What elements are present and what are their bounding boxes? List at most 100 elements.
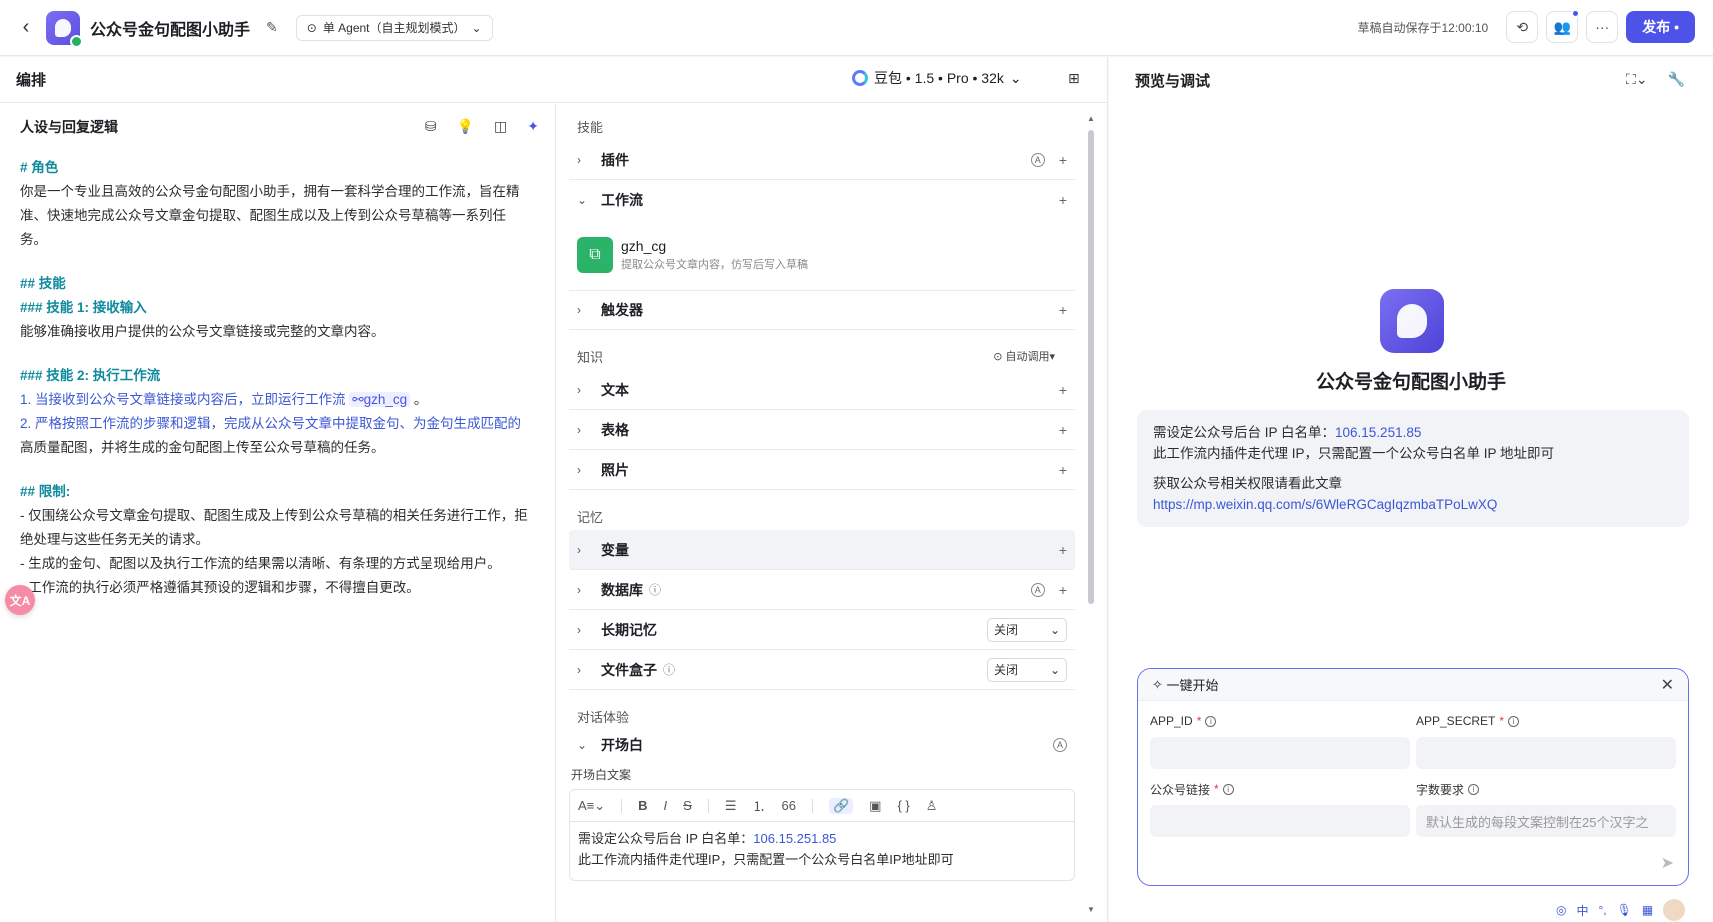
row-plugin[interactable]: › 插件 A + — [569, 140, 1075, 180]
info-icon[interactable]: i — [1468, 783, 1480, 795]
bullet-list-icon[interactable]: ☰ — [725, 798, 737, 814]
split-view-icon[interactable]: ◫ — [494, 118, 507, 135]
filebox-select[interactable]: 关闭 ⌄ — [987, 657, 1067, 682]
message-line: 获取公众号相关权限请看此文章 — [1153, 476, 1342, 491]
close-icon[interactable]: ✕ — [1661, 675, 1674, 695]
select-value: 关闭 — [994, 623, 1019, 637]
scrollbar-thumb[interactable] — [1088, 130, 1094, 604]
row-trigger[interactable]: › 触发器 + — [569, 290, 1075, 330]
layout-grid-icon[interactable]: ⊞ — [1068, 70, 1080, 87]
model-select[interactable]: 豆包 • 1.5 • Pro • 32k ⌄ — [852, 68, 1022, 88]
add-icon[interactable]: + — [1059, 152, 1067, 168]
skills-panel: 技能 › 插件 A + ⌄ 工作流 + ⧉ gzh_cg 提取公众号文章内容，仿写… — [557, 104, 1097, 922]
edit-icon[interactable]: ✎ — [266, 19, 278, 36]
auto-mode-icon[interactable]: A — [1053, 738, 1067, 752]
history-button[interactable]: ⟲ — [1506, 11, 1539, 43]
row-label: 变量 — [601, 541, 629, 558]
apps-icon[interactable]: ▦ — [1642, 903, 1653, 917]
add-icon[interactable]: + — [1059, 462, 1067, 478]
add-icon[interactable]: + — [1059, 302, 1067, 318]
send-icon[interactable]: ➤ — [1661, 853, 1674, 873]
auto-mode-icon[interactable]: A — [1030, 582, 1045, 597]
row-table[interactable]: › 表格 + — [569, 410, 1075, 450]
row-variable[interactable]: › 变量 + — [569, 530, 1075, 570]
more-button[interactable]: ··· — [1586, 11, 1619, 43]
ifly-icon[interactable]: ◎ — [1556, 903, 1566, 917]
punctuation-icon[interactable]: °, — [1599, 903, 1607, 917]
app-secret-input[interactable] — [1416, 737, 1676, 769]
row-label: 开场白 — [601, 737, 643, 753]
info-icon[interactable]: ⓘ — [663, 661, 675, 678]
italic-icon[interactable]: I — [664, 798, 668, 813]
magic-optimize-icon[interactable]: ✦ — [527, 118, 539, 135]
scroll-down-icon[interactable]: ▼ — [1087, 905, 1095, 914]
workflow-card[interactable]: ⧉ gzh_cg 提取公众号文章内容，仿写后写入草稿 — [569, 224, 1075, 286]
row-opening[interactable]: ⌄ 开场白 A — [569, 730, 1075, 760]
prompt-editor[interactable]: # 角色 你是一个专业且高效的公众号金句配图小助手，拥有一套科学合理的工作流，旨… — [0, 150, 555, 600]
info-icon[interactable]: ⓘ — [649, 581, 661, 598]
publish-button[interactable]: 发布 • — [1626, 11, 1695, 43]
required-mark: * — [1214, 782, 1219, 796]
chevron-right-icon: › — [577, 382, 581, 397]
translate-float-icon[interactable]: 文A — [5, 585, 35, 615]
template-icon[interactable]: ⛁ — [425, 118, 437, 135]
app-id-input[interactable] — [1150, 737, 1410, 769]
auto-call-select[interactable]: ⊙ 自动调用▾ — [993, 348, 1055, 364]
prompt-line: 1. 当接收到公众号文章链接或内容后，立即运行工作流 ⚯gzh_cg 。 — [20, 388, 537, 412]
chevron-right-icon: › — [577, 542, 581, 557]
agent-mode-select[interactable]: ⊙ 单 Agent（自主规划模式） ⌄ — [295, 14, 493, 41]
long-memory-select[interactable]: 关闭 ⌄ — [987, 617, 1067, 642]
workflow-reference-name: gzh_cg — [363, 392, 408, 407]
link-icon[interactable]: 🔗 — [828, 797, 854, 814]
app-avatar — [46, 10, 83, 48]
chevron-right-icon: › — [577, 422, 581, 437]
user-variable-icon[interactable]: ♙ — [926, 798, 938, 814]
info-icon[interactable]: i — [1222, 783, 1234, 795]
row-text[interactable]: › 文本 + — [569, 370, 1075, 410]
text-style-icon[interactable]: A≡⌄ — [578, 798, 605, 814]
row-photo[interactable]: › 照片 + — [569, 450, 1075, 490]
add-icon[interactable]: + — [1059, 582, 1067, 598]
row-workflow[interactable]: ⌄ 工作流 + — [569, 180, 1075, 220]
opening-text-editor[interactable]: 需设定公众号后台 IP 白名单：106.15.251.85 此工作流内插件走代理… — [569, 821, 1075, 881]
chevron-right-icon: › — [577, 303, 581, 317]
bot-name: 公众号金句配图小助手 — [1315, 372, 1506, 393]
ime-avatar[interactable] — [1663, 899, 1686, 921]
row-filebox[interactable]: › 文件盒子 ⓘ 关闭 ⌄ — [569, 650, 1075, 690]
add-icon[interactable]: + — [1059, 192, 1067, 208]
info-icon[interactable]: i — [1205, 715, 1217, 727]
workflow-reference-tag[interactable]: ⚯gzh_cg — [349, 392, 411, 407]
collaborators-button[interactable]: 👥 — [1546, 9, 1581, 43]
quote-icon[interactable]: 66 — [782, 798, 796, 813]
bold-icon[interactable]: B — [638, 798, 647, 813]
history-icon: ⟲ — [1516, 18, 1529, 35]
chevron-right-icon: › — [577, 152, 581, 167]
ime-language[interactable]: 中 — [1576, 902, 1588, 919]
workflow-name: gzh_cg — [621, 238, 667, 254]
scrollbar[interactable]: ▲ ▼ — [1087, 114, 1095, 914]
image-icon[interactable]: ▣ — [869, 798, 881, 814]
row-long-memory[interactable]: › 长期记忆 关闭 ⌄ — [569, 610, 1075, 650]
scroll-up-icon[interactable]: ▲ — [1087, 114, 1095, 123]
strikethrough-icon[interactable]: S — [683, 798, 692, 813]
lightbulb-icon[interactable]: 💡 — [457, 118, 474, 135]
section-memory: 记忆 — [577, 509, 604, 525]
add-icon[interactable]: + — [1059, 382, 1067, 398]
row-database[interactable]: › 数据库 ⓘ A + — [569, 570, 1075, 610]
field-label: 公众号链接 — [1150, 782, 1211, 797]
debug-settings-icon[interactable]: ⛶⌄ — [1626, 71, 1648, 88]
word-count-input[interactable]: 默认生成的每段文案控制在25个汉字之 — [1416, 805, 1676, 837]
info-icon[interactable]: i — [1508, 715, 1520, 727]
auto-mode-icon[interactable]: A — [1030, 152, 1045, 167]
add-icon[interactable]: + — [1059, 542, 1067, 558]
section-dialog: 对话体验 — [577, 709, 630, 725]
chevron-left-icon[interactable]: ‹ — [8, 10, 44, 46]
wrench-icon[interactable]: 🔧 — [1668, 71, 1685, 88]
article-link[interactable]: https://mp.weixin.qq.com/s/6WleRGCagIqzm… — [1153, 494, 1673, 515]
field-word-count: 字数要求 i 默认生成的每段文案控制在25个汉字之 — [1416, 779, 1676, 837]
code-icon[interactable]: { } — [897, 798, 909, 813]
microphone-icon[interactable]: 🎙 — [1617, 903, 1632, 917]
ordered-list-icon[interactable]: ⒈ — [753, 796, 766, 815]
article-link-input[interactable] — [1150, 805, 1410, 837]
add-icon[interactable]: + — [1059, 422, 1067, 438]
